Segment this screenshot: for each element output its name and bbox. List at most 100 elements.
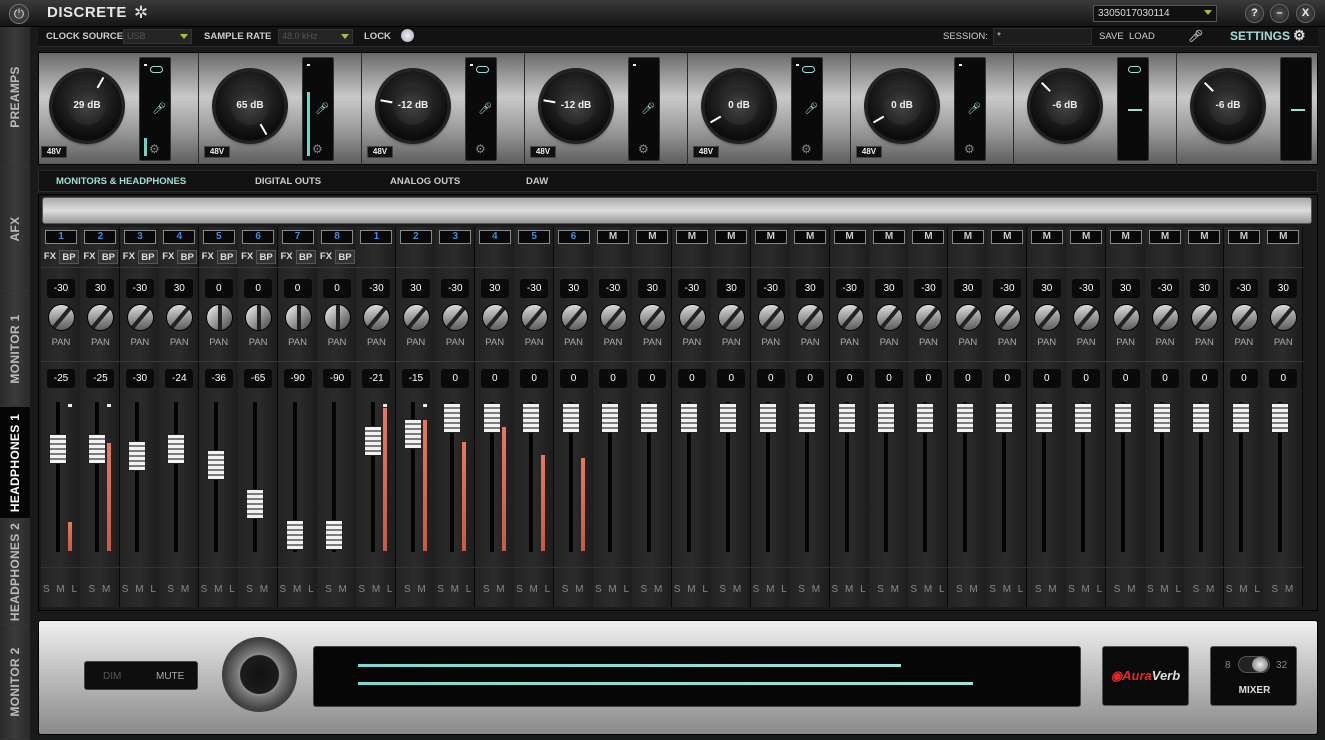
channel-number[interactable]: M — [636, 230, 669, 244]
volume-fader[interactable] — [640, 402, 659, 433]
solo-mute-link-buttons[interactable]: S M — [632, 584, 672, 595]
volume-fader[interactable] — [364, 426, 383, 457]
fx-button[interactable]: FX — [200, 250, 216, 264]
pan-knob[interactable] — [436, 298, 475, 337]
mixer-scrollbar[interactable] — [42, 197, 1312, 224]
solo-mute-link-buttons[interactable]: S M — [475, 584, 515, 595]
solo-mute-link-buttons[interactable]: S M — [1263, 584, 1303, 595]
pan-knob[interactable] — [791, 298, 830, 337]
volume-fader[interactable] — [561, 402, 580, 433]
pan-knob[interactable] — [752, 298, 791, 337]
pan-knob[interactable] — [245, 304, 273, 331]
pan-knob[interactable] — [633, 298, 672, 337]
volume-fader[interactable] — [522, 402, 541, 433]
fx-button[interactable]: FX — [42, 250, 58, 264]
tab-daw[interactable]: DAW — [526, 176, 548, 187]
gear-icon[interactable]: ⚙ — [475, 142, 486, 156]
pan-knob[interactable] — [515, 298, 554, 337]
channel-number[interactable]: 4 — [163, 230, 196, 244]
solo-mute-link-buttons[interactable]: S M — [554, 584, 594, 595]
mic-icon[interactable]: 🎤︎ — [967, 102, 981, 115]
solo-mute-link-buttons[interactable]: S M L — [987, 584, 1027, 595]
channel-number[interactable]: M — [991, 230, 1024, 244]
tab-analog-outs[interactable]: ANALOG OUTS — [390, 176, 460, 187]
tab-monitor-1[interactable]: MONITOR 1 — [0, 291, 30, 407]
device-select[interactable]: 3305017030114 — [1093, 5, 1217, 22]
solo-mute-link-buttons[interactable]: S M — [869, 584, 909, 595]
volume-fader[interactable] — [679, 402, 698, 433]
tab-preamps[interactable]: PREAMPS — [0, 27, 30, 167]
solo-mute-link-buttons[interactable]: S M L — [435, 584, 475, 595]
pan-knob[interactable] — [357, 298, 396, 337]
channel-number[interactable]: 1 — [360, 230, 393, 244]
pan-knob[interactable] — [1107, 298, 1146, 337]
pan-knob[interactable] — [476, 298, 515, 337]
gear-icon[interactable]: ⚙ — [312, 142, 323, 156]
phantom-power-button[interactable]: 48V — [41, 146, 67, 158]
mute-button[interactable]: MUTE — [156, 671, 184, 682]
pan-knob[interactable] — [594, 298, 633, 337]
fx-button[interactable]: FX — [160, 250, 176, 264]
close-button[interactable]: X — [1296, 4, 1315, 23]
tab-afx[interactable]: AFX — [0, 167, 30, 291]
gain-knob[interactable]: 0 dB — [704, 71, 774, 141]
phantom-power-button[interactable]: 48V — [530, 146, 556, 158]
pan-knob[interactable] — [555, 298, 594, 337]
volume-fader[interactable] — [916, 402, 935, 433]
volume-fader[interactable] — [1231, 402, 1250, 433]
solo-mute-link-buttons[interactable]: S M L — [41, 584, 81, 595]
volume-fader[interactable] — [877, 402, 896, 433]
volume-fader[interactable] — [127, 441, 146, 472]
stereo-link-icon[interactable] — [1128, 66, 1141, 73]
volume-fader[interactable] — [167, 433, 186, 464]
channel-number[interactable]: 5 — [202, 230, 235, 244]
volume-fader[interactable] — [49, 433, 67, 464]
solo-mute-link-buttons[interactable]: S M — [1106, 584, 1146, 595]
solo-mute-link-buttons[interactable]: S M — [1027, 584, 1067, 595]
volume-fader[interactable] — [758, 402, 777, 433]
power-button[interactable]: ⏻ — [9, 4, 29, 24]
pan-knob[interactable] — [205, 304, 233, 331]
fx-button[interactable]: FX — [81, 250, 97, 264]
solo-mute-link-buttons[interactable]: S M L — [1145, 584, 1185, 595]
channel-number[interactable]: 8 — [321, 230, 353, 244]
pan-knob[interactable] — [1067, 298, 1106, 337]
gain-knob[interactable]: 29 dB — [52, 71, 122, 141]
channel-number[interactable]: M — [833, 230, 866, 244]
volume-fader[interactable] — [403, 419, 422, 450]
pan-knob[interactable] — [870, 298, 909, 337]
tab-monitors-headphones[interactable]: MONITORS & HEADPHONES — [56, 176, 186, 187]
fx-button[interactable]: FX — [279, 250, 295, 264]
pan-knob[interactable] — [1185, 298, 1224, 337]
line-input-icon[interactable] — [1128, 109, 1142, 111]
pan-knob[interactable] — [1225, 298, 1264, 337]
gear-icon[interactable]: ⚙ — [964, 142, 975, 156]
sample-rate-select[interactable]: 48.0 kHz — [278, 29, 353, 44]
line-input-icon[interactable] — [1291, 109, 1305, 111]
mic-icon[interactable]: 🎤︎ — [804, 102, 818, 115]
solo-mute-link-buttons[interactable]: S M L — [1066, 584, 1106, 595]
gear-icon[interactable]: ⚙ — [638, 142, 649, 156]
volume-fader[interactable] — [995, 402, 1014, 433]
bypass-button[interactable]: BP — [177, 250, 198, 264]
pan-knob[interactable] — [909, 298, 948, 337]
mic-icon[interactable]: 🎤︎ — [478, 102, 492, 115]
solo-mute-link-buttons[interactable]: S M L — [356, 584, 396, 595]
volume-fader[interactable] — [1271, 402, 1290, 433]
tab-headphones-1[interactable]: HEADPHONES 1 — [0, 407, 30, 519]
solo-mute-link-buttons[interactable]: S M L — [199, 584, 239, 595]
phantom-power-button[interactable]: 48V — [693, 146, 719, 158]
volume-fader[interactable] — [206, 450, 225, 481]
solo-mute-link-buttons[interactable]: S M — [1184, 584, 1224, 595]
pan-knob[interactable] — [712, 298, 751, 337]
tab-monitor-2[interactable]: MONITOR 2 — [0, 625, 30, 740]
channel-number[interactable]: M — [675, 230, 708, 244]
phantom-power-button[interactable]: 48V — [367, 146, 393, 158]
volume-fader[interactable] — [285, 519, 304, 550]
gain-knob[interactable]: -12 dB — [378, 71, 448, 141]
channel-number[interactable]: 3 — [123, 230, 156, 244]
stereo-link-icon[interactable] — [476, 66, 489, 73]
gear-icon[interactable]: ⚙ — [149, 142, 160, 156]
solo-mute-link-buttons[interactable]: S M — [159, 584, 199, 595]
pan-knob[interactable] — [81, 298, 120, 337]
